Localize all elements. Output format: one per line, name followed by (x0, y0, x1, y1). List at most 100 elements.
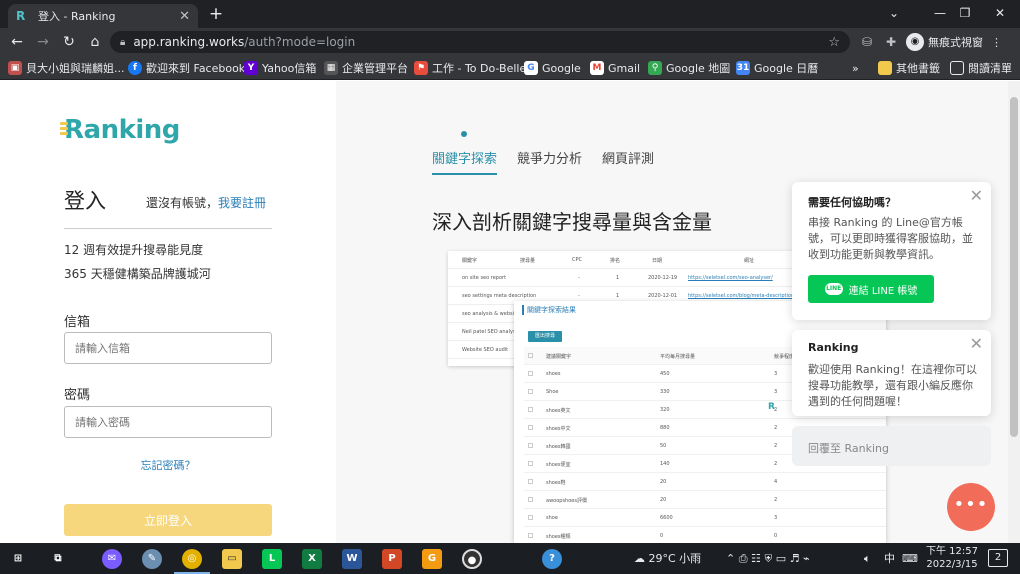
puzzle-icon[interactable]: ✚ (880, 28, 902, 56)
app-g-icon[interactable]: G (422, 549, 442, 569)
tab-search-icon[interactable]: ⌄ (874, 0, 914, 28)
bookmark-item[interactable]: 31 Google 日曆 (736, 59, 818, 77)
close-window-button[interactable]: ✕ (980, 0, 1020, 28)
tab-title: 登入 - Ranking (38, 10, 116, 23)
table-row: shoes鞋 20 4 (524, 473, 886, 491)
tab-competition[interactable]: 競爭力分析 (517, 148, 582, 175)
bookmark-item[interactable]: M Gmail (590, 59, 640, 77)
messenger-icon[interactable]: ✉ (102, 549, 122, 569)
yahoo-icon: Y (244, 61, 258, 75)
page-scrollbar[interactable] (1008, 81, 1020, 543)
music-player-icon[interactable]: ● (462, 549, 482, 569)
register-link[interactable]: 我要註冊 (218, 196, 266, 210)
forgot-password-link[interactable]: 忘記密碼？ (0, 457, 336, 473)
active-tab-dot (461, 131, 467, 137)
promo-headline: 深入剖析關鍵字搜尋量與含金量 (432, 210, 712, 234)
reply-input[interactable]: 回覆至 Ranking (792, 426, 991, 466)
windows-start-icon[interactable]: ⊞ (8, 549, 28, 569)
password-label: 密碼 (64, 388, 91, 403)
feature-tabs: 關鍵字探索 競爭力分析 網頁評測 (432, 148, 674, 175)
tab-page-review[interactable]: 網頁評測 (602, 148, 654, 175)
login-button[interactable]: 立即登入 (64, 504, 272, 536)
export-button: 匯出搜尋 (528, 331, 562, 342)
tab-keyword-explore[interactable]: 關鍵字探索 (432, 148, 498, 175)
profile-icon: ▣ (8, 61, 22, 75)
lock-icon[interactable]: 🔒︎ (120, 37, 125, 48)
address-bar[interactable]: 🔒︎ app.ranking.works/auth?mode=login ☆ (110, 31, 850, 53)
browser-tab-strip: R 登入 - Ranking ✕ + ⌄ — ❐ ✕ (0, 0, 1020, 28)
connect-line-button[interactable]: LINE 連結 LINE 帳號 (808, 275, 934, 303)
welcome-card: ✕ Ranking 歡迎使用 Ranking！在這裡你可以搜尋功能教學，還有跟小… (792, 330, 991, 416)
ranking-mark-icon: R (768, 402, 775, 412)
login-panel: Ranking 登入 還沒有帳號，我要註冊 12 週有效提升搜尋能見度 365 … (0, 81, 336, 543)
reading-list[interactable]: 閱讀清單 (950, 59, 1012, 77)
back-arrow-icon[interactable]: ← (4, 29, 30, 55)
bookmark-item[interactable]: Y Yahoo信箱 (244, 59, 316, 77)
word-icon[interactable]: W (342, 549, 362, 569)
home-icon[interactable]: ⌂ (82, 29, 108, 55)
restore-button[interactable]: ❐ (945, 0, 985, 28)
system-clock[interactable]: 下午 12:57 2022/3/15 (926, 545, 978, 571)
folder-icon (878, 61, 892, 75)
weather-widget[interactable]: ☁ 29°C 小雨 (634, 543, 701, 574)
taskbar: ⊞ ⧉ ✉ ✎ ◎ ▭ L X W P G ● ? ☁ 29°C 小雨 ⌃ ⎙ … (0, 543, 1020, 574)
browser-tab[interactable]: R 登入 - Ranking ✕ (8, 4, 198, 28)
ime-indicator[interactable]: 中 (884, 543, 895, 574)
new-tab-button[interactable]: + (206, 4, 226, 24)
close-tab-icon[interactable]: ✕ (179, 9, 190, 24)
bookmark-item[interactable]: G Google (524, 59, 581, 77)
tagline: 365 天穩健構築品牌護城河 (64, 267, 211, 281)
extension-icon[interactable]: ⛁ (856, 28, 878, 56)
register-prompt: 還沒有帳號，我要註冊 (146, 196, 267, 210)
bookmarks-overflow-button[interactable]: » (852, 59, 859, 77)
close-icon[interactable]: ✕ (970, 334, 983, 353)
menu-kebab-icon[interactable]: ⋮ (991, 36, 1002, 49)
cloud-icon: ☁ (634, 552, 645, 565)
incognito-icon: ◉ (906, 33, 924, 51)
powerpoint-icon[interactable]: P (382, 549, 402, 569)
ranking-logo: Ranking (60, 115, 180, 145)
gmail-icon: M (590, 61, 604, 75)
web-page: Ranking 登入 還沒有帳號，我要註冊 12 週有效提升搜尋能見度 365 … (0, 81, 1020, 545)
incognito-profile[interactable]: ◉ 無痕式視窗 ⋮ (906, 31, 1002, 53)
keyboard-icon[interactable]: ⌨ (902, 543, 918, 574)
logo-stripes-icon (60, 122, 68, 138)
excel-icon[interactable]: X (302, 549, 322, 569)
scrollbar-thumb[interactable] (1010, 97, 1018, 437)
chrome-icon[interactable]: ◎ (182, 549, 202, 569)
help-app-icon[interactable]: ? (542, 549, 562, 569)
help-card-body: 串接 Ranking 的 Line@官方帳號，可以更即時獲得客服協助，並收到功能… (808, 216, 973, 261)
calendar-icon: 31 (736, 61, 750, 75)
volume-icon[interactable]: 🔈︎ (864, 543, 871, 574)
table-row: awoopshoes評價 20 2 (524, 491, 886, 509)
email-label: 信箱 (64, 315, 91, 330)
notification-center-icon[interactable]: 2 (988, 549, 1008, 567)
password-field[interactable] (64, 406, 272, 438)
bookmark-item[interactable]: ⚲ Google 地圖 (648, 59, 730, 77)
reload-icon[interactable]: ↻ (56, 29, 82, 55)
task-view-icon[interactable]: ⧉ (48, 549, 68, 569)
close-icon[interactable]: ✕ (970, 186, 983, 205)
google-icon: G (524, 61, 538, 75)
forward-arrow-icon[interactable]: → (30, 29, 56, 55)
url-path: /auth?mode=login (244, 35, 356, 49)
file-explorer-icon[interactable]: ▭ (222, 549, 242, 569)
welcome-card-title: Ranking (808, 341, 859, 354)
tray-icons[interactable]: ⌃ ⎙ ☷ ⛨ ▭ ♬ ⌁ (726, 543, 810, 574)
bookmark-item[interactable]: ⚑ 工作 - To Do-Belle (414, 59, 526, 77)
bookmark-item[interactable]: ▦ 企業管理平台 (324, 59, 408, 77)
email-field[interactable] (64, 332, 272, 364)
incognito-label: 無痕式視窗 (928, 36, 983, 49)
ranking-favicon-icon: R (16, 9, 26, 23)
line-app-icon[interactable]: L (262, 549, 282, 569)
bookmark-item[interactable]: f 歡迎來到 Facebook (128, 59, 245, 77)
other-bookmarks[interactable]: 其他書籤 (878, 59, 940, 77)
line-logo-icon: LINE (824, 283, 843, 295)
chat-launcher-button[interactable]: ••• (947, 483, 995, 531)
bookmark-star-icon[interactable]: ☆ (828, 35, 840, 50)
welcome-card-body: 歡迎使用 Ranking！在這裡你可以搜尋功能教學，還有跟小編反應你遇到的任何問… (808, 363, 977, 408)
reading-list-icon (950, 61, 964, 75)
paint-icon[interactable]: ✎ (142, 549, 162, 569)
divider (64, 228, 272, 229)
bookmark-item[interactable]: ▣ 貝大小姐與瑞麟姐... (8, 59, 125, 77)
